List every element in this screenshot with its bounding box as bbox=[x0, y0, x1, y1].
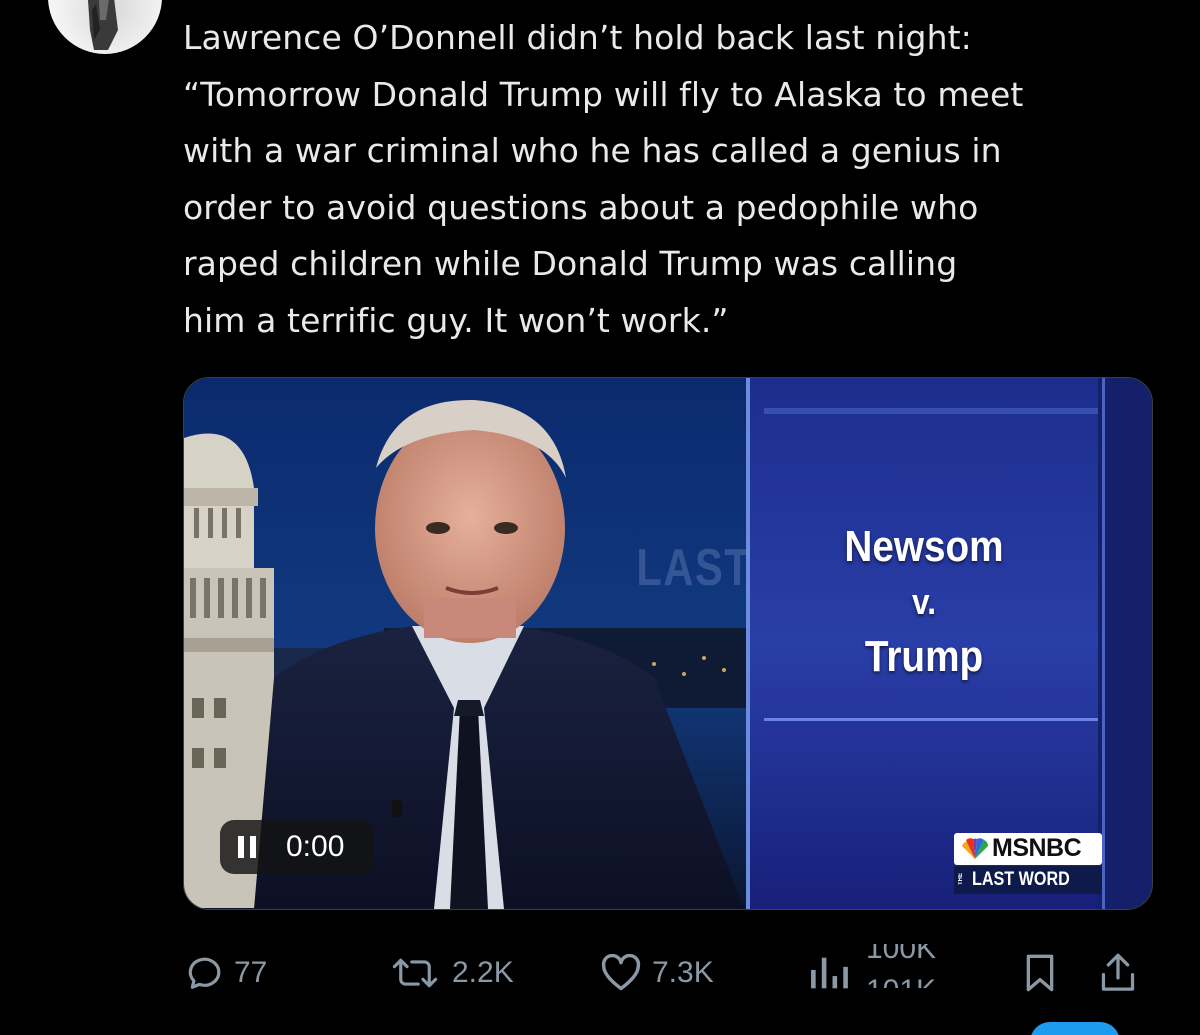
like-button[interactable]: 7.3K bbox=[600, 948, 714, 998]
network-name: MSNBC bbox=[992, 834, 1082, 862]
video-timestamp: 0:00 bbox=[286, 830, 345, 863]
share-button[interactable] bbox=[1098, 948, 1138, 998]
segment-title-line-2: v. bbox=[911, 581, 937, 622]
reply-icon bbox=[188, 957, 221, 989]
views-button[interactable] bbox=[808, 948, 854, 998]
compose-button[interactable] bbox=[1030, 1022, 1120, 1035]
show-name: LAST WORD bbox=[972, 869, 1070, 890]
share-icon bbox=[1101, 953, 1135, 991]
playback-control[interactable]: 0:00 bbox=[220, 820, 374, 874]
author-avatar[interactable] bbox=[48, 0, 162, 54]
repost-button[interactable]: 2.2K bbox=[388, 948, 514, 998]
analytics-icon bbox=[811, 957, 848, 989]
reply-count: 77 bbox=[234, 956, 268, 989]
repost-icon bbox=[392, 958, 438, 988]
heart-icon bbox=[601, 954, 641, 991]
segment-title-line-3: Trump bbox=[864, 632, 984, 681]
show-logo-watermark: LAST bbox=[636, 539, 752, 597]
tweet-actions: 77 2.2K 7.3K 100K 101K bbox=[0, 940, 1200, 1010]
video-player[interactable]: LAST Newsom v. Trump 0:00 MSNBC THE LAST… bbox=[183, 377, 1153, 910]
tweet-text: Lawrence O’Donnell didn’t hold back last… bbox=[183, 18, 1024, 340]
show-prefix: THE bbox=[958, 873, 964, 885]
bookmark-button[interactable] bbox=[1022, 948, 1058, 998]
like-count: 7.3K bbox=[652, 956, 714, 989]
reply-button[interactable]: 77 bbox=[186, 948, 267, 998]
view-count: 100K 101K bbox=[866, 934, 956, 1004]
repost-count: 2.2K bbox=[452, 956, 514, 989]
bookmark-icon bbox=[1026, 954, 1054, 992]
view-count-bottom: 101K bbox=[866, 974, 937, 1007]
segment-title: Newsom v. Trump bbox=[774, 518, 1073, 686]
network-bug: MSNBC THE LAST WORD bbox=[954, 833, 1102, 895]
pause-icon[interactable] bbox=[238, 836, 258, 858]
tweet-page: Lawrence O’Donnell didn’t hold back last… bbox=[0, 0, 1200, 1035]
view-count-top: 100K bbox=[866, 932, 937, 965]
segment-title-line-1: Newsom bbox=[844, 522, 1004, 571]
peacock-icon bbox=[962, 838, 989, 859]
